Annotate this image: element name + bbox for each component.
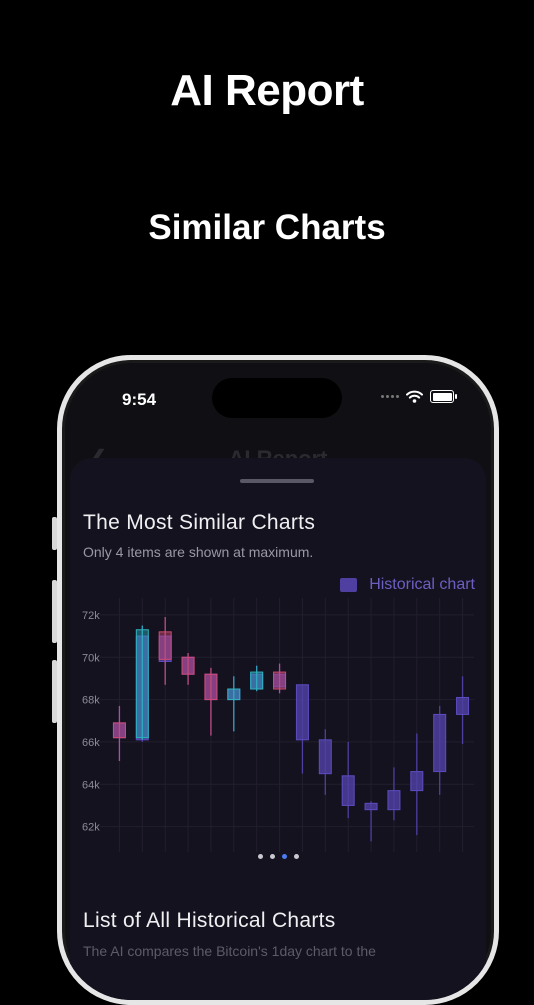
y-tick-label: 62k [82, 822, 100, 834]
historical-candle-body [387, 790, 401, 811]
current-candle-body [250, 671, 264, 690]
page-dot[interactable] [270, 854, 275, 859]
sheet-subtitle: Only 4 items are shown at maximum. [83, 544, 314, 560]
status-icons [381, 390, 457, 403]
current-candle-body [181, 656, 195, 675]
current-candle-body [227, 688, 241, 701]
historical-candle-body [456, 696, 470, 715]
promo-title: AI Report [170, 66, 364, 115]
historical-candle-body [433, 713, 447, 773]
current-candle-body [135, 629, 149, 739]
cellular-icon [381, 395, 399, 398]
y-tick-label: 66k [82, 737, 100, 749]
historical-candle-body [410, 771, 424, 792]
phone-frame: 9:54 ❮ AI Report The Most Similar Charts… [57, 355, 499, 1005]
section-title: List of All Historical Charts [83, 909, 336, 932]
historical-candle-body [318, 739, 332, 775]
promo-subtitle: Similar Charts [148, 208, 386, 247]
page-dot[interactable] [258, 854, 263, 859]
legend-label: Historical chart [369, 576, 475, 593]
current-candle-body [204, 673, 218, 701]
page-dot[interactable] [294, 854, 299, 859]
historical-candle-body [341, 775, 355, 806]
sheet-grabber[interactable] [240, 479, 314, 483]
historical-candle-body [295, 684, 309, 741]
legend-swatch [340, 578, 358, 592]
page-dot[interactable] [282, 854, 287, 859]
current-candle-body [158, 631, 172, 660]
chart-legend: Historical chart [340, 576, 475, 594]
y-tick-label: 70k [82, 652, 100, 664]
current-candle-body [112, 722, 126, 739]
status-time: 9:54 [122, 390, 157, 409]
phone-screen: 9:54 ❮ AI Report The Most Similar Charts… [62, 360, 494, 1000]
page-indicator[interactable] [258, 854, 299, 859]
dynamic-island [212, 378, 342, 418]
historical-candle-body [364, 802, 378, 811]
wifi-icon [406, 390, 423, 403]
similar-charts-sheet: The Most Similar Charts Only 4 items are… [70, 458, 486, 1000]
section-description: The AI compares the Bitcoin's 1day chart… [83, 943, 376, 959]
candlestick-chart-svg: 72k 70k 68k 66k 64k 62k [82, 598, 474, 852]
current-candle-body [273, 671, 287, 690]
battery-icon [430, 390, 457, 403]
y-tick-label: 68k [82, 695, 100, 707]
y-tick-label: 64k [82, 779, 100, 791]
candlestick-chart[interactable]: 72k 70k 68k 66k 64k 62k [70, 598, 486, 863]
sheet-title: The Most Similar Charts [83, 511, 316, 534]
y-tick-label: 72k [82, 610, 100, 622]
